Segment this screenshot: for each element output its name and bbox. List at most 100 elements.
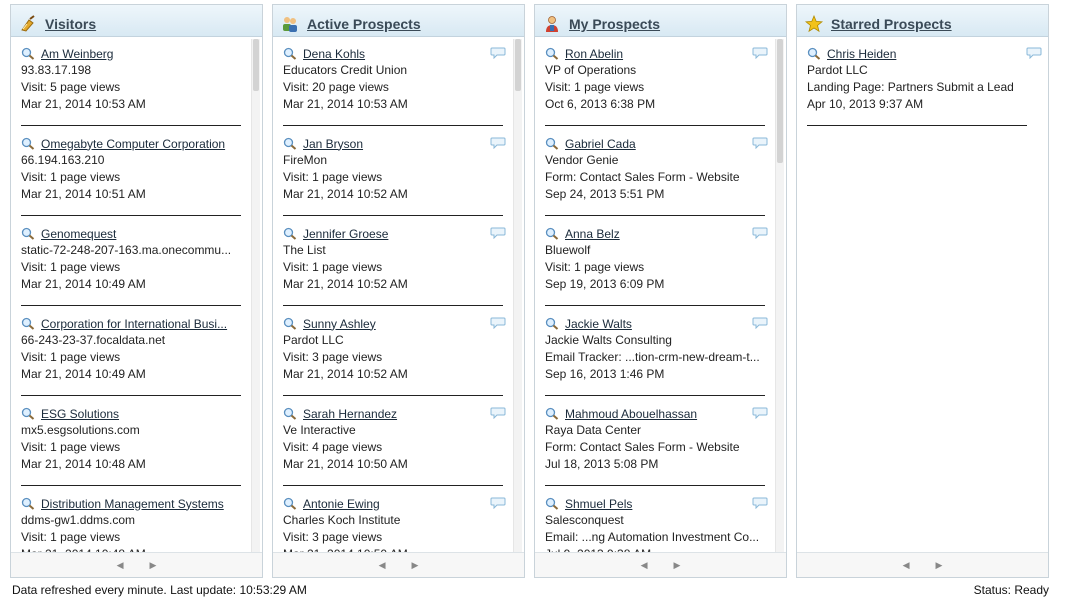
magnifier-icon[interactable] <box>21 407 35 420</box>
magnifier-icon[interactable] <box>545 317 559 330</box>
next-page-icon[interactable]: ▶ <box>936 560 943 571</box>
prospect-name-link[interactable]: Jackie Walts <box>565 317 632 331</box>
prospect-name-link[interactable]: Distribution Management Systems <box>41 497 224 511</box>
panel-title[interactable]: My Prospects <box>569 16 660 32</box>
prospect-name-link[interactable]: Am Weinberg <box>41 47 113 61</box>
chat-bubble-icon[interactable] <box>490 317 506 330</box>
item-detail: Jackie Walts Consulting <box>545 333 672 347</box>
item-detail: Educators Credit Union <box>283 63 408 77</box>
item-header: Jan Bryson <box>283 135 510 152</box>
prospect-name-link[interactable]: Mahmoud Abouelhassan <box>565 407 697 421</box>
chat-bubble-icon[interactable] <box>490 227 506 240</box>
scrollbar[interactable] <box>775 39 784 553</box>
chat-bubble-icon[interactable] <box>490 407 506 420</box>
item-timestamp: Mar 21, 2014 10:53 AM <box>21 97 146 111</box>
prospect-name-link[interactable]: Dena Kohls <box>303 47 365 61</box>
panel-title[interactable]: Visitors <box>45 16 96 32</box>
prospect-name-link[interactable]: Chris Heiden <box>827 47 896 61</box>
magnifier-icon[interactable] <box>21 497 35 510</box>
prospect-name-link[interactable]: Shmuel Pels <box>565 497 632 511</box>
chat-bubble-icon[interactable] <box>752 137 768 150</box>
chat-bubble-icon[interactable] <box>752 407 768 420</box>
item-activity: Visit: 4 page views <box>283 440 383 454</box>
magnifier-icon[interactable] <box>283 497 297 510</box>
magnifier-icon[interactable] <box>807 47 821 60</box>
item-timestamp: Oct 6, 2013 6:38 PM <box>545 97 656 111</box>
chat-bubble-icon[interactable] <box>490 137 506 150</box>
scrollbar[interactable] <box>251 39 260 553</box>
panel-header: Starred Prospects <box>797 5 1048 37</box>
item-divider <box>21 485 241 486</box>
my-prospect-list: Ron Abelin VP of Operations Visit: 1 page … <box>535 37 772 555</box>
list-item: Anna Belz Bluewolf Visit: 1 page views Sep … <box>535 217 772 307</box>
prospect-name-link[interactable]: Gabriel Cada <box>565 137 636 151</box>
magnifier-icon[interactable] <box>545 137 559 150</box>
item-detail: 66.194.163.210 <box>21 153 105 167</box>
magnifier-icon[interactable] <box>283 317 297 330</box>
next-page-icon[interactable]: ▶ <box>150 560 157 571</box>
item-activity: Visit: 20 page views <box>283 80 389 94</box>
prospect-name-link[interactable]: Jan Bryson <box>303 137 363 151</box>
item-header: Antonie Ewing <box>283 495 510 512</box>
panel-title[interactable]: Starred Prospects <box>831 16 952 32</box>
prospect-name-link[interactable]: Jennifer Groese <box>303 227 388 241</box>
scrollbar[interactable] <box>513 39 522 553</box>
prev-page-icon[interactable]: ◀ <box>117 560 124 571</box>
prev-page-icon[interactable]: ◀ <box>379 560 386 571</box>
chat-bubble-icon[interactable] <box>752 317 768 330</box>
prospect-name-link[interactable]: Genomequest <box>41 227 116 241</box>
item-divider <box>545 485 765 486</box>
chat-bubble-icon[interactable] <box>752 497 768 510</box>
magnifier-icon[interactable] <box>283 47 297 60</box>
item-activity: Visit: 3 page views <box>283 530 383 544</box>
magnifier-icon[interactable] <box>545 407 559 420</box>
item-activity: Form: Contact Sales Form - Website <box>545 170 740 184</box>
item-timestamp: Mar 21, 2014 10:52 AM <box>283 277 408 291</box>
item-timestamp: Sep 19, 2013 6:09 PM <box>545 277 665 291</box>
prospect-name-link[interactable]: Anna Belz <box>565 227 620 241</box>
magnifier-icon[interactable] <box>21 137 35 150</box>
chat-bubble-icon[interactable] <box>490 497 506 510</box>
next-page-icon[interactable]: ▶ <box>674 560 681 571</box>
magnifier-icon[interactable] <box>283 227 297 240</box>
magnifier-icon[interactable] <box>21 47 35 60</box>
item-activity: Email Tracker: ...tion-crm-new-dream-t..… <box>545 350 760 364</box>
prev-page-icon[interactable]: ◀ <box>641 560 648 571</box>
item-activity: Visit: 1 page views <box>21 530 121 544</box>
magnifier-icon[interactable] <box>545 497 559 510</box>
magnifier-icon[interactable] <box>283 407 297 420</box>
panel-header: Active Prospects <box>273 5 524 37</box>
item-divider <box>283 395 503 396</box>
chat-bubble-icon[interactable] <box>490 47 506 60</box>
chat-bubble-icon[interactable] <box>752 227 768 240</box>
magnifier-icon[interactable] <box>545 227 559 240</box>
chat-bubble-icon[interactable] <box>752 47 768 60</box>
item-header: Distribution Management Systems <box>21 495 248 512</box>
magnifier-icon[interactable] <box>545 47 559 60</box>
magnifier-icon[interactable] <box>283 137 297 150</box>
magnifier-icon[interactable] <box>21 317 35 330</box>
prospect-name-link[interactable]: Sunny Ashley <box>303 317 376 331</box>
refresh-status: Data refreshed every minute. Last update… <box>12 583 307 597</box>
item-header: Sarah Hernandez <box>283 405 510 422</box>
prospect-name-link[interactable]: Corporation for International Busi... <box>41 317 227 331</box>
prospect-name-link[interactable]: Omegabyte Computer Corporation <box>41 137 225 151</box>
item-divider <box>283 305 503 306</box>
prev-page-icon[interactable]: ◀ <box>903 560 910 571</box>
panel-body: Ron Abelin VP of Operations Visit: 1 page … <box>535 37 786 555</box>
chat-bubble-icon[interactable] <box>1026 47 1042 60</box>
panel-title[interactable]: Active Prospects <box>307 16 421 32</box>
active-prospect-list: Dena Kohls Educators Credit Union Visit: 2… <box>273 37 510 555</box>
magnifier-icon[interactable] <box>21 227 35 240</box>
item-header: Omegabyte Computer Corporation <box>21 135 248 152</box>
next-page-icon[interactable]: ▶ <box>412 560 419 571</box>
list-item: Corporation for International Busi... 66-… <box>11 307 248 397</box>
prospect-name-link[interactable]: Sarah Hernandez <box>303 407 397 421</box>
prospect-name-link[interactable]: ESG Solutions <box>41 407 119 421</box>
item-divider <box>283 125 503 126</box>
item-detail: 66-243-23-37.focaldata.net <box>21 333 166 347</box>
prospect-name-link[interactable]: Antonie Ewing <box>303 497 380 511</box>
prospect-name-link[interactable]: Ron Abelin <box>565 47 623 61</box>
item-divider <box>545 125 765 126</box>
item-header: Dena Kohls <box>283 45 510 62</box>
